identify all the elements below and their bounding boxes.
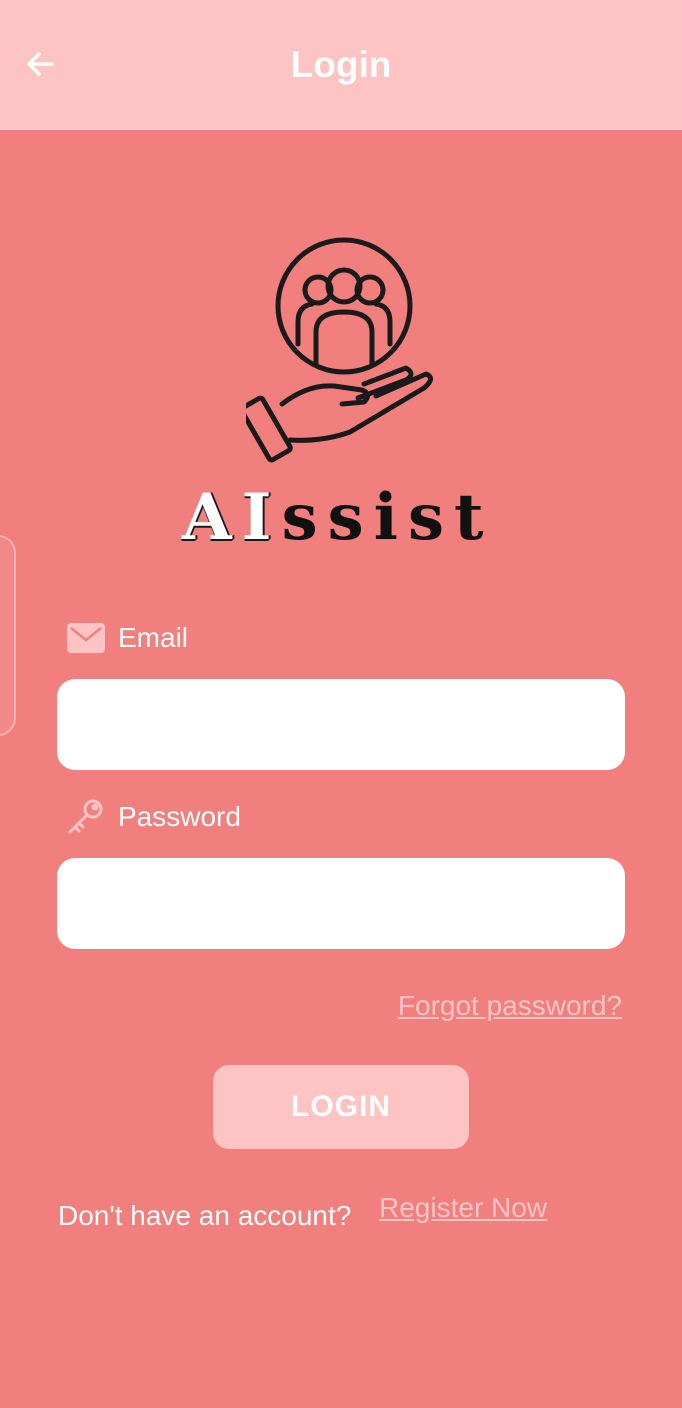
hand-holding-people-icon <box>246 237 433 463</box>
login-button[interactable]: LOGIN <box>213 1065 469 1149</box>
wordmark-rest: ssist <box>281 480 494 555</box>
no-account-text: Don't have an account? <box>58 1200 352 1231</box>
password-label: Password <box>66 797 241 837</box>
key-icon <box>68 799 103 834</box>
app-wordmark: AIssist <box>182 478 512 558</box>
register-now-link[interactable]: Register Now <box>379 1192 547 1224</box>
wordmark-ai: AI <box>182 480 282 555</box>
forgot-password-link[interactable]: Forgot password? <box>398 990 622 1022</box>
email-label: Email <box>66 618 188 658</box>
envelope-icon <box>67 623 105 653</box>
side-panel-handle[interactable] <box>0 535 16 736</box>
app-bar: Login <box>0 0 682 130</box>
email-field[interactable] <box>57 679 625 770</box>
password-field[interactable] <box>57 858 625 949</box>
page-title: Login <box>290 44 392 85</box>
password-label-text: Password <box>118 801 241 832</box>
email-label-text: Email <box>118 622 189 653</box>
